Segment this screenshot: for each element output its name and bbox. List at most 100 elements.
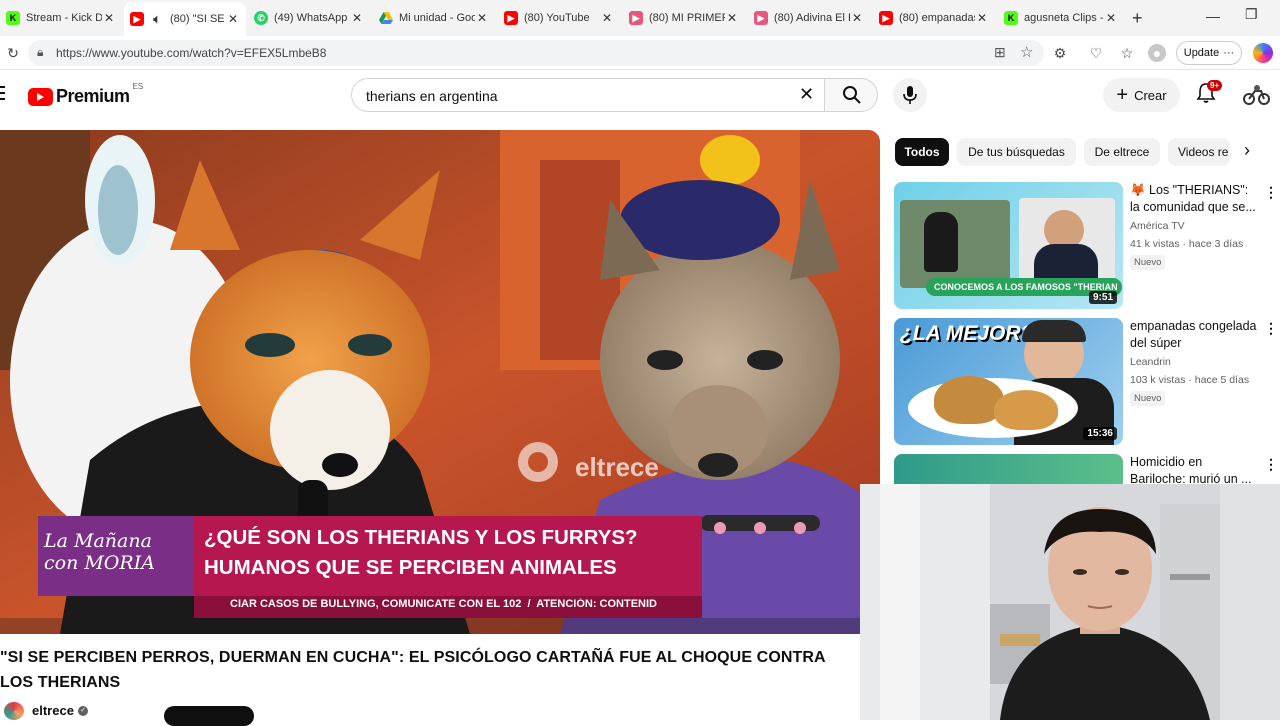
channel-name[interactable]: Leandrin <box>1130 356 1171 368</box>
tab-youtube-adivina[interactable]: ▶ (80) Adivina El P ✕ <box>748 6 870 30</box>
clear-search-icon[interactable]: ✕ <box>799 84 814 105</box>
recommended-item[interactable]: Homicidio en Bariloche: murió un ... ⋮ <box>894 454 1280 484</box>
restore-button[interactable]: ❐ <box>1245 6 1258 23</box>
tab-title: Stream - Kick Da <box>26 12 102 24</box>
video-duration: 9:51 <box>1088 291 1117 304</box>
close-icon[interactable]: ✕ <box>102 11 116 25</box>
more-vert-icon[interactable]: ⋮ <box>1264 320 1278 337</box>
url-text: https://www.youtube.com/watch?v=EFEX5Lmb… <box>56 46 327 60</box>
new-badge: Nuevo <box>1130 391 1166 406</box>
youtube-header: Premium ES therians en argentina ✕ + Cre… <box>0 70 1280 122</box>
more-vert-icon[interactable]: ⋮ <box>1264 184 1278 201</box>
lock-icon[interactable]: 🔒︎ <box>37 45 43 60</box>
youtube-icon: ▶ <box>629 11 643 25</box>
video-title[interactable]: 🦊 Los "THERIANS": la comunidad que se... <box>1130 182 1260 216</box>
logo-text: Premium <box>56 86 130 106</box>
video-title: "SI SE PERCIBEN PERROS, DUERMAN EN CUCHA… <box>0 649 826 691</box>
banner-line-2: HUMANOS QUE SE PERCIBEN ANIMALES <box>204 556 617 579</box>
tab-youtube-active[interactable]: ▶ 🔈︎ (80) "SI SE P ✕ <box>124 2 246 36</box>
chip-todos[interactable]: Todos <box>895 138 949 166</box>
video-thumbnail[interactable]: ¿LA MEJOR? 15:36 <box>894 318 1123 445</box>
video-player[interactable]: eltrece La Mañana con MORIA ¿QUÉ SON LOS… <box>0 130 880 634</box>
voice-search-button[interactable] <box>893 78 927 112</box>
update-label: Update <box>1183 47 1220 59</box>
account-avatar[interactable] <box>1243 84 1270 106</box>
tab-title: agusneta Clips - <box>1024 12 1104 24</box>
kick-icon: K <box>6 11 20 25</box>
new-tab-button[interactable]: + <box>1132 8 1143 29</box>
url-field[interactable]: 🔒︎ https://www.youtube.com/watch?v=EFEX5… <box>28 40 1044 66</box>
favorite-star-icon[interactable]: ☆ <box>1020 43 1033 61</box>
tab-title: (80) Adivina El P <box>774 12 850 24</box>
tab-kick-clips[interactable]: K agusneta Clips - ✕ <box>998 6 1124 30</box>
update-button[interactable]: Update ··· <box>1176 41 1242 65</box>
refresh-icon[interactable]: ↻ <box>4 44 22 62</box>
tab-youtube-empanadas[interactable]: ▶ (80) empanadas ✕ <box>873 6 995 30</box>
close-icon[interactable]: ✕ <box>1104 11 1118 25</box>
tab-youtube[interactable]: ▶ (80) YouTube ✕ <box>498 6 620 30</box>
youtube-icon: ▶ <box>504 11 518 25</box>
recommended-item[interactable]: ¿LA MEJOR? 15:36 empanadas congelada del… <box>894 318 1280 445</box>
video-title[interactable]: Homicidio en Bariloche: murió un ... <box>1130 454 1260 484</box>
tab-title: (80) YouTube <box>524 12 590 24</box>
video-meta: 103 k vistas · hace 5 días <box>1130 374 1250 386</box>
browser-essentials-icon[interactable]: ♡ <box>1087 44 1105 62</box>
favorites-icon[interactable]: ☆ <box>1118 44 1136 62</box>
channel-row: eltrece ✓ <box>0 700 860 726</box>
profile-avatar-icon[interactable]: ● <box>1148 44 1166 62</box>
browser-tab-strip: K Stream - Kick Da ✕ ▶ 🔈︎ (80) "SI SE P … <box>0 0 1280 36</box>
video-thumbnail[interactable]: CONOCEMOS A LOS FAMOSOS "THERIAN 9:51 <box>894 182 1123 309</box>
verified-icon: ✓ <box>78 706 88 716</box>
more-vert-icon[interactable]: ⋮ <box>1264 456 1278 473</box>
kick-icon: K <box>1004 11 1018 25</box>
video-meta: 41 k vistas · hace 3 días <box>1130 238 1244 250</box>
channel-watermark: eltrece <box>575 452 659 482</box>
logo-region: ES <box>132 82 144 91</box>
microphone-icon <box>903 86 917 104</box>
recommended-item[interactable]: CONOCEMOS A LOS FAMOSOS "THERIAN 9:51 🦊 … <box>894 182 1280 309</box>
tab-youtube-mi-primer[interactable]: ▶ (80) MI PRIMER ✕ <box>623 6 745 30</box>
chevron-right-icon[interactable]: › <box>1244 140 1250 161</box>
channel-avatar[interactable] <box>4 702 24 720</box>
subscribe-button[interactable] <box>164 706 254 726</box>
youtube-logo-icon <box>28 87 53 106</box>
search-value: therians en argentina <box>366 88 498 104</box>
close-icon[interactable]: ✕ <box>475 11 489 25</box>
video-thumbnail[interactable] <box>894 454 1123 484</box>
close-icon[interactable]: ✕ <box>725 11 739 25</box>
close-icon[interactable]: ✕ <box>850 11 864 25</box>
youtube-icon: ▶ <box>130 12 144 26</box>
tab-title: (49) WhatsApp <box>274 12 348 24</box>
search-button[interactable] <box>824 78 878 112</box>
chip-de-tus-busquedas[interactable]: De tus búsquedas <box>957 138 1076 166</box>
tab-title: (80) "SI SE P <box>170 13 226 25</box>
menu-icon[interactable] <box>0 86 6 100</box>
tab-kick-stream[interactable]: K Stream - Kick Da ✕ <box>0 6 122 30</box>
close-icon[interactable]: ✕ <box>600 11 614 25</box>
app-available-icon[interactable]: ⊞ <box>994 44 1006 61</box>
extensions-icon[interactable]: ⚙ <box>1051 44 1069 62</box>
copilot-icon[interactable] <box>1253 43 1273 63</box>
close-icon[interactable]: ✕ <box>350 11 364 25</box>
channel-name[interactable]: América TV <box>1130 220 1185 232</box>
more-icon: ··· <box>1223 47 1235 59</box>
search-input[interactable]: therians en argentina ✕ <box>351 78 824 112</box>
tab-google-drive[interactable]: Mi unidad - Goo ✕ <box>373 6 495 30</box>
minimize-button[interactable]: — <box>1206 8 1220 24</box>
notifications-button[interactable]: 9+ <box>1196 80 1223 108</box>
banner-line-1: ¿QUÉ SON LOS THERIANS Y LOS FURRYS? <box>204 526 638 549</box>
notification-badge: 9+ <box>1207 80 1223 91</box>
tab-whatsapp[interactable]: ✆ (49) WhatsApp ✕ <box>248 6 370 30</box>
channel-name[interactable]: eltrece <box>32 703 74 718</box>
video-title[interactable]: empanadas congelada del súper <box>1130 318 1260 352</box>
speaker-icon[interactable]: 🔈︎ <box>150 12 164 26</box>
youtube-premium-logo[interactable]: Premium ES <box>28 82 143 107</box>
create-button[interactable]: + Crear <box>1103 78 1180 112</box>
close-icon[interactable]: ✕ <box>226 12 240 26</box>
motorcycle-avatar-icon <box>1243 85 1270 105</box>
close-icon[interactable]: ✕ <box>975 11 989 25</box>
chip-videos-relacionados[interactable]: Videos re <box>1168 138 1230 166</box>
plus-icon: + <box>1116 83 1129 106</box>
new-badge: Nuevo <box>1130 255 1166 270</box>
chip-de-eltrece[interactable]: De eltrece <box>1084 138 1160 166</box>
